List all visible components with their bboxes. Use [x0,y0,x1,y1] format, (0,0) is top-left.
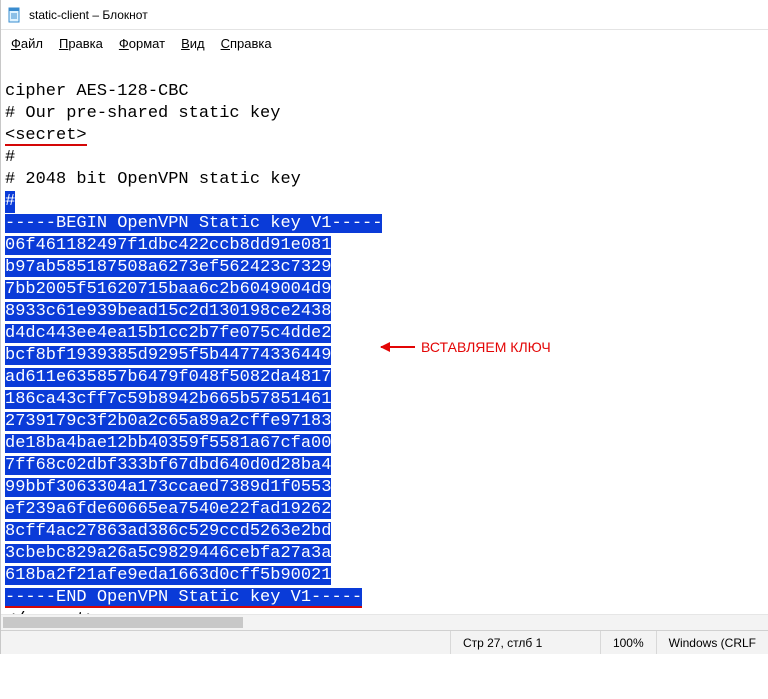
menu-bar: Файл Правка Формат Вид Справка [1,30,768,57]
text-line: # Our pre-shared static key [5,104,280,123]
text-line-selected: # [5,191,15,213]
status-bar: Стр 27, стлб 1 100% Windows (CRLF [1,630,768,654]
key-line: 8cff4ac27863ad386c529ccd5263e2bd [5,522,331,541]
menu-view[interactable]: Вид [175,34,211,53]
menu-help[interactable]: Справка [215,34,278,53]
key-line: 618ba2f21afe9eda1663d0cff5b90021 [5,566,331,585]
key-line: ef239a6fde60665ea7540e22fad19262 [5,500,331,519]
secret-open-tag: <secret> [5,126,87,145]
key-line: ad611e635857b6479f048f5082da4817 [5,368,331,387]
key-line: de18ba4bae12bb40359f5581a67cfa00 [5,434,331,453]
title-bar: static-client – Блокнот [1,0,768,30]
window-title: static-client – Блокнот [29,8,148,22]
key-line: 7bb2005f51620715baa6c2b6049004d9 [5,280,331,299]
notepad-icon [7,7,23,23]
key-begin: -----BEGIN OpenVPN Static key V1----- [5,214,382,233]
annotation-text: ВСТАВЛЯЕМ КЛЮЧ [421,336,551,358]
text-line: # [5,148,15,167]
key-line: d4dc443ee4ea15b1cc2b7fe075c4dde2 [5,324,331,343]
key-line: 8933c61e939bead15c2d130198ce2438 [5,302,331,321]
status-line-ending: Windows (CRLF [656,631,768,654]
key-line: 06f461182497f1dbc422ccb8dd91e081 [5,236,331,255]
status-cursor-position: Стр 27, стлб 1 [450,631,600,654]
key-line: 2739179c3f2b0a2c65a89a2cffe97183 [5,412,331,431]
status-zoom[interactable]: 100% [600,631,656,654]
menu-format[interactable]: Формат [113,34,171,53]
key-line: 186ca43cff7c59b8942b665b57851461 [5,390,331,409]
text-line: cipher AES-128-CBC [5,82,189,101]
text-line: # 2048 bit OpenVPN static key [5,170,301,189]
status-cursor-text: Стр 27, стлб 1 [463,636,542,650]
key-line: b97ab585187508a6273ef562423c7329 [5,258,331,277]
key-end: -----END OpenVPN Static key V1----- [5,588,362,607]
text-editor[interactable]: cipher AES-128-CBC # Our pre-shared stat… [1,57,768,699]
annotation-insert-key: ВСТАВЛЯЕМ КЛЮЧ [381,336,551,358]
scrollbar-thumb[interactable] [3,617,243,628]
arrow-left-icon [381,346,415,348]
key-line: 99bbf3063304a173ccaed7389d1f0553 [5,478,331,497]
key-line: bcf8bf1939385d9295f5b44774336449 [5,346,331,365]
menu-edit[interactable]: Правка [53,34,109,53]
key-line: 7ff68c02dbf333bf67dbd640d0d28ba4 [5,456,331,475]
status-eol-text: Windows (CRLF [669,636,756,650]
key-line: 3cbebc829a26a5c9829446cebfa27a3a [5,544,331,563]
horizontal-scrollbar[interactable] [1,614,768,630]
status-zoom-text: 100% [613,636,644,650]
menu-file[interactable]: Файл [5,34,49,53]
